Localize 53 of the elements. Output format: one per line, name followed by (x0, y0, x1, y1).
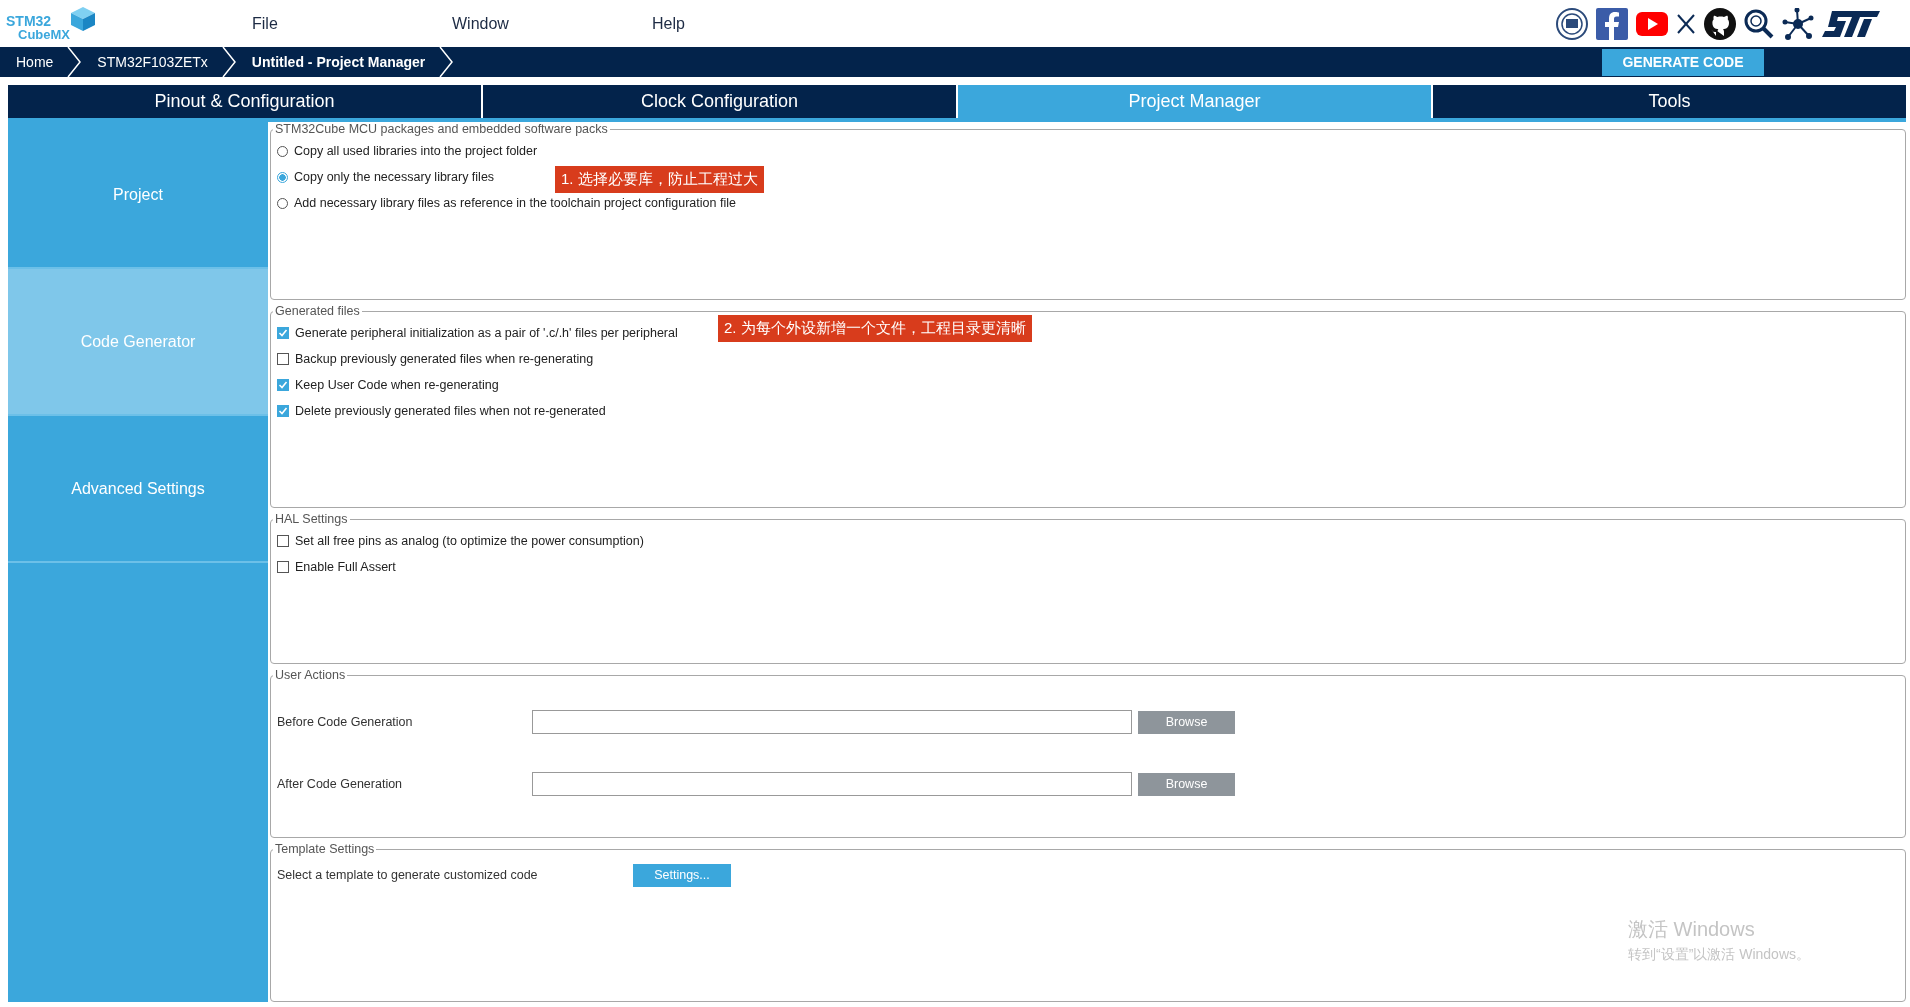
option-label: Keep User Code when re-generating (295, 378, 499, 392)
option-label: Add necessary library files as reference in the toolchain project configuration file (294, 196, 736, 210)
option-label: Copy only the necessary library files (294, 170, 495, 184)
option-label: Delete previously generated files when not re-generated (295, 404, 606, 418)
github-icon[interactable] (1704, 7, 1736, 40)
group-title: STM32Cube MCU packages and embedded software packs (274, 122, 609, 136)
checkbox[interactable] (277, 561, 289, 573)
play-icon[interactable] (1636, 11, 1668, 36)
annotation-label: 2. 为每个外设新增一个文件，工程目录更清晰 (718, 315, 1032, 342)
checkbox[interactable] (277, 379, 289, 391)
chevron-icon (439, 47, 454, 77)
search-icon[interactable] (1744, 8, 1774, 39)
breadcrumb-item[interactable]: Untitled - Project Manager (235, 54, 440, 70)
network-icon[interactable] (1782, 7, 1814, 40)
option-label: Set all free pins as analog (to optimize the power consumption) (295, 534, 644, 548)
breadcrumb-item[interactable]: Home (0, 54, 68, 70)
option-label: Enable Full Assert (295, 560, 396, 574)
checkbox[interactable] (277, 353, 289, 365)
group-title: User Actions (274, 668, 347, 682)
tab[interactable]: Pinout & Configuration (8, 85, 481, 118)
activation-message: 转到“设置”以激活 Windows。 (1628, 946, 1810, 964)
template-label: Select a template to generate customized code (277, 868, 539, 882)
chevron-icon (67, 47, 82, 77)
tab[interactable]: Clock Configuration (483, 85, 956, 118)
menu-item[interactable]: File (252, 14, 452, 33)
activation-title: 激活 Windows (1628, 917, 1756, 942)
menu-item[interactable]: Window (452, 14, 652, 33)
menu-item[interactable]: Help (652, 14, 852, 33)
company-logo[interactable] (1822, 8, 1880, 39)
field-label: After Code Generation (277, 777, 404, 791)
group-title: HAL Settings (274, 512, 349, 526)
input-field[interactable] (532, 772, 1132, 796)
radio-button[interactable] (277, 171, 288, 183)
field-label: Before Code Generation (277, 715, 414, 729)
checkbox[interactable] (277, 405, 289, 417)
checkbox[interactable] (277, 327, 289, 339)
logo-text: STM32 (6, 13, 53, 28)
group-title: Template Settings (274, 842, 376, 856)
option-label: Copy all used libraries into the project folder (294, 144, 538, 158)
annotation-label: 1. 选择必要库，防止工程过大 (555, 166, 764, 193)
chevron-icon (221, 47, 236, 77)
input-field[interactable] (532, 710, 1132, 734)
breadcrumb-item[interactable]: STM32F103ZETx (81, 54, 222, 70)
tab[interactable]: Tools (1433, 85, 1906, 118)
facebook-icon[interactable] (1596, 7, 1628, 40)
badge-icon[interactable] (1556, 7, 1588, 40)
cube-icon (70, 5, 96, 32)
group-title: Generated files (274, 304, 361, 318)
option-label: Backup previously generated files when re-generating (295, 352, 594, 366)
logo-text: CubeMX (18, 27, 70, 42)
option-label: Generate peripheral initialization as a pair of '.c/.h' files per peripheral (295, 326, 678, 340)
x-icon[interactable] (1676, 13, 1696, 34)
checkbox[interactable] (277, 535, 289, 547)
